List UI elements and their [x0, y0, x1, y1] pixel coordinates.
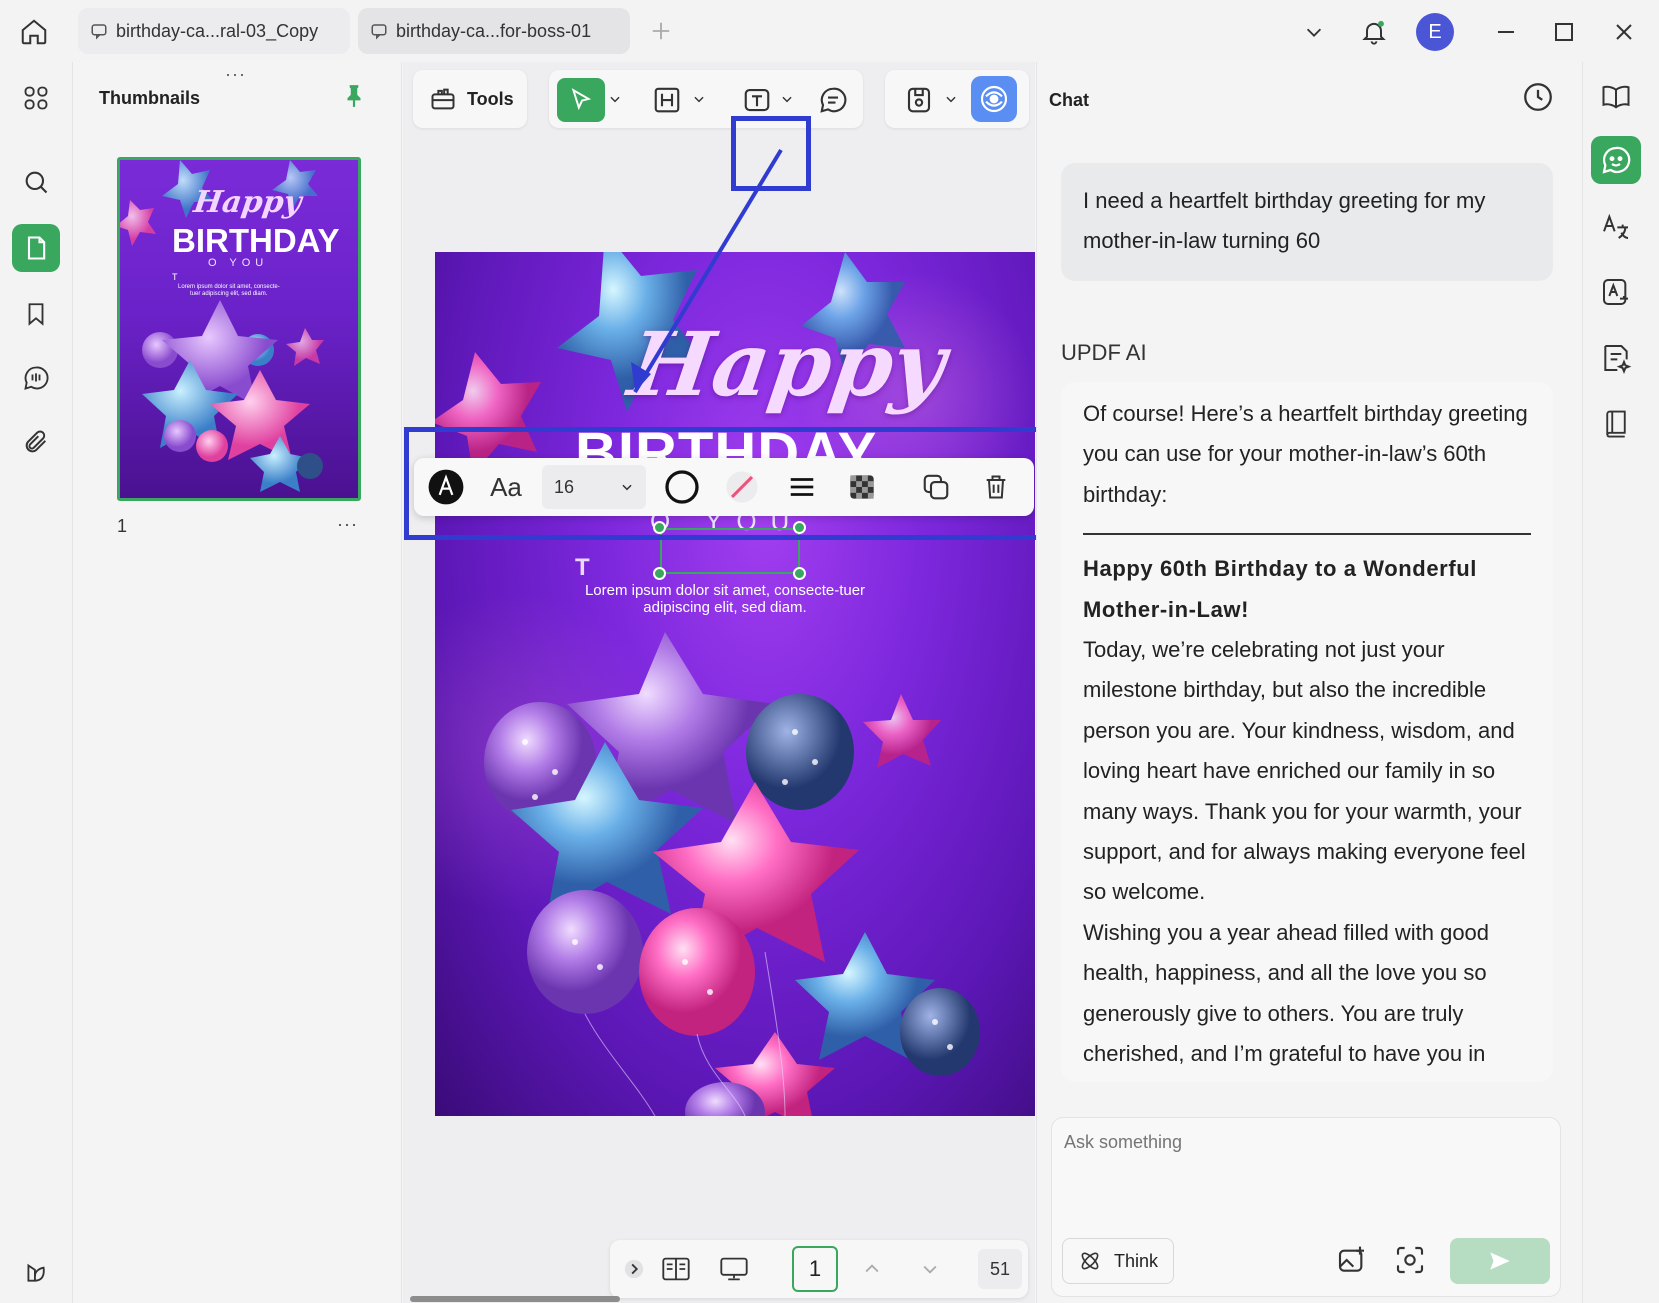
ai-message: Of course! Here’s a heartfelt birthday g… — [1061, 382, 1553, 1082]
presentation-icon[interactable] — [714, 1249, 754, 1289]
attachment-icon[interactable] — [12, 418, 60, 466]
ai-message-intro: Of course! Here’s a heartfelt birthday g… — [1083, 401, 1528, 507]
think-label: Think — [1113, 1250, 1158, 1271]
next-page-icon[interactable] — [912, 1249, 948, 1289]
new-tab-plus-icon[interactable] — [646, 16, 676, 46]
page-layout-icon[interactable] — [656, 1249, 696, 1289]
left-rail — [0, 62, 72, 1303]
ai-message-divider — [1083, 533, 1531, 536]
annotation-arrow — [631, 148, 783, 394]
image-upload-icon[interactable] — [1336, 1244, 1368, 1281]
panel-resize-grip[interactable]: ··· — [225, 64, 246, 85]
close-icon[interactable] — [1606, 14, 1642, 50]
page-thumbnail[interactable]: Happy BIRTHDAY O YOU T Lorem ipsum dolor… — [117, 157, 361, 501]
chevron-down-icon — [622, 484, 632, 491]
reading-book-icon[interactable] — [1591, 72, 1641, 120]
screenshot-icon[interactable] — [1394, 1244, 1426, 1281]
document-area: Tools Happy BIRTHDAY O YOU T Lorem ipsum… — [403, 62, 1035, 1303]
chat-title: Chat — [1049, 90, 1089, 110]
font-family-button[interactable]: Aa — [482, 465, 530, 509]
thumbnail-more-button[interactable]: ··· — [337, 514, 358, 535]
total-pages: 51 — [978, 1249, 1022, 1289]
svg-text:T: T — [172, 272, 178, 282]
svg-text:BIRTHDAY: BIRTHDAY — [172, 222, 339, 259]
theme-toggle-icon[interactable] — [12, 1248, 60, 1296]
ai-summary-icon[interactable] — [1591, 334, 1641, 382]
svg-text:O YOU: O YOU — [208, 257, 268, 269]
previous-page-icon[interactable] — [854, 1249, 890, 1289]
ocr-translate-icon[interactable] — [1591, 268, 1641, 316]
avatar[interactable]: E — [1416, 13, 1454, 51]
ask-input[interactable] — [1064, 1132, 1544, 1153]
current-page-input[interactable]: 1 — [792, 1246, 838, 1292]
translate-icon[interactable] — [1591, 202, 1641, 250]
right-rail — [1582, 62, 1659, 1303]
page-navigation-bar: 1 51 — [610, 1240, 1028, 1298]
thumbnails-title: Thumbnails — [99, 88, 201, 108]
tab-label: birthday-ca...ral-03_Copy — [116, 20, 319, 41]
comment-doc-icon — [371, 24, 387, 40]
think-atom-icon — [1081, 1252, 1099, 1270]
thumbnail-page-number: 1 — [117, 516, 128, 536]
think-button[interactable]: Think — [1062, 1238, 1174, 1284]
search-icon[interactable] — [12, 158, 60, 206]
chat-input-box: Think — [1051, 1117, 1561, 1297]
ai-message-paragraph: Wishing you a year ahead filled with goo… — [1083, 919, 1490, 1067]
avatar-letter: E — [1428, 20, 1442, 43]
tab-document-2[interactable]: birthday-ca...for-boss-01 — [358, 8, 630, 54]
border-color-icon[interactable] — [660, 465, 704, 509]
chat-history-icon[interactable] — [1521, 80, 1555, 119]
text-format-toolbar: Aa 16 — [414, 458, 1034, 516]
chat-panel: Chat I need a heartfelt birthday greetin… — [1036, 62, 1582, 1303]
maximize-icon[interactable] — [1546, 14, 1582, 50]
font-size-select[interactable]: 16 — [542, 465, 646, 509]
notification-bell-icon[interactable] — [1356, 14, 1392, 50]
duplicate-icon[interactable] — [914, 465, 958, 509]
ai-message-paragraph: Today, we’re celebrating not just your m… — [1083, 637, 1526, 905]
font-size-value: 16 — [554, 476, 575, 497]
comments-icon[interactable] — [12, 354, 60, 402]
tab-document-1[interactable]: birthday-ca...ral-03_Copy — [78, 8, 350, 54]
horizontal-scrollbar[interactable] — [410, 1296, 620, 1302]
ai-message-heading: Happy 60th Birthday to a Wonderful Mothe… — [1083, 556, 1478, 622]
knowledge-book-icon[interactable] — [1591, 400, 1641, 448]
thumbnail-art: Happy BIRTHDAY O YOU T Lorem ipsum dolor… — [120, 160, 339, 492]
send-button[interactable] — [1450, 1238, 1550, 1284]
svg-text:Lorem ipsum dolor sit amet, co: Lorem ipsum dolor sit amet, consecte- — [178, 284, 280, 290]
home-icon[interactable] — [14, 12, 54, 52]
delete-icon[interactable] — [974, 465, 1018, 509]
pin-icon[interactable] — [341, 82, 367, 115]
user-message: I need a heartfelt birthday greeting for… — [1061, 163, 1553, 281]
apps-grid-icon[interactable] — [12, 74, 60, 122]
bookmark-icon[interactable] — [12, 290, 60, 338]
expand-nav-icon[interactable] — [620, 1249, 648, 1289]
font-family-label: Aa — [490, 471, 522, 502]
minimize-icon[interactable] — [1488, 14, 1524, 50]
thumbnails-panel: ··· Thumbnails Happy BIRTHDAY O YOU T Lo… — [72, 62, 402, 1303]
svg-text:tuer adipiscing elit, sed diam: tuer adipiscing elit, sed diam. — [190, 291, 268, 297]
ai-chat-icon[interactable] — [1591, 136, 1641, 184]
tab-label: birthday-ca...for-boss-01 — [396, 20, 592, 41]
font-color-icon[interactable] — [424, 465, 468, 509]
svg-text:Happy: Happy — [191, 185, 306, 220]
ai-sender-label: UPDF AI — [1061, 340, 1147, 365]
send-icon — [1490, 1252, 1510, 1270]
pages-icon[interactable] — [12, 224, 60, 272]
comment-doc-icon — [91, 24, 107, 40]
tab-list-chevron-icon[interactable] — [1296, 14, 1332, 50]
line-style-icon[interactable] — [780, 465, 824, 509]
fill-color-none-icon[interactable] — [720, 465, 764, 509]
opacity-icon[interactable] — [840, 465, 884, 509]
title-bar: birthday-ca...ral-03_Copy birthday-ca...… — [0, 0, 1659, 62]
